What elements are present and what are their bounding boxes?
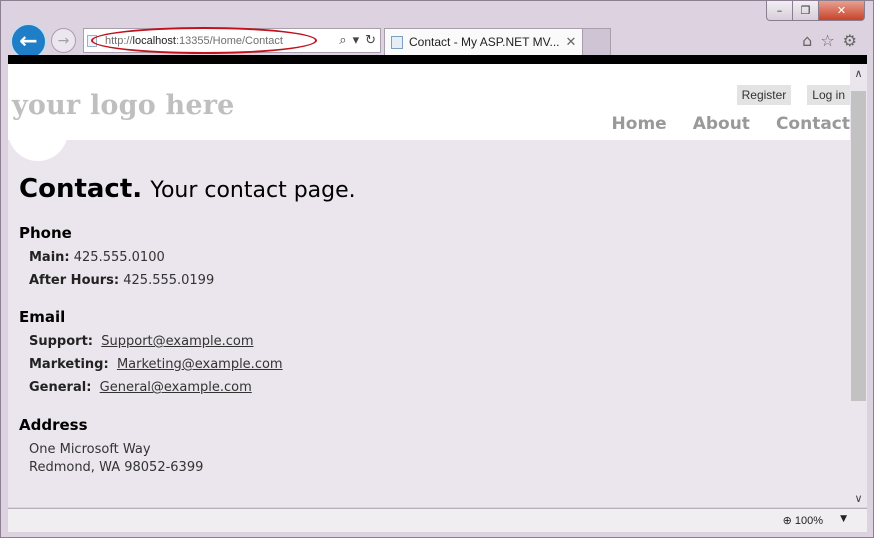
address-bar-icons: ⌕ ▾ ↻	[339, 33, 376, 48]
settings-gear-icon[interactable]: ⚙	[843, 31, 857, 50]
window-controls: – ❐ ✕	[766, 1, 865, 21]
phone-after-hours: After Hours: 425.555.0199	[29, 273, 214, 288]
zoom-icon: ⊕	[782, 515, 792, 527]
email-support: Support: Support@example.com	[29, 334, 254, 349]
site-logo[interactable]: your logo here	[12, 90, 235, 121]
phone-heading: Phone	[19, 224, 72, 242]
zoom-dropdown-icon[interactable]: ▼	[840, 514, 847, 524]
zoom-level[interactable]: ⊕ 100%	[783, 514, 823, 527]
new-tab-button[interactable]	[583, 28, 611, 55]
phone-main-value: 425.555.0100	[73, 250, 165, 265]
page-title: Contact. Your contact page.	[19, 174, 356, 204]
email-marketing-link[interactable]: Marketing@example.com	[117, 357, 283, 372]
email-heading: Email	[19, 308, 66, 326]
email-marketing: Marketing: Marketing@example.com	[29, 357, 283, 372]
browser-window: – ❐ ✕ ← → http://localhost:13355/Home/Co…	[0, 0, 874, 538]
phone-main: Main: 425.555.0100	[29, 250, 165, 265]
site-header: your logo here Register Log in Home Abou…	[8, 64, 850, 140]
address-line1: One Microsoft Way	[29, 442, 151, 457]
register-link[interactable]: Register	[736, 85, 792, 105]
home-icon[interactable]: ⌂	[802, 31, 812, 50]
status-bar: ⊕ 100% ▼	[8, 508, 867, 532]
nav-contact[interactable]: Contact	[776, 114, 850, 134]
page-title-bold: Contact.	[19, 174, 143, 204]
email-marketing-label: Marketing:	[29, 357, 109, 372]
vertical-scrollbar[interactable]: ∧ ∨	[850, 64, 867, 507]
phone-after-label: After Hours:	[29, 273, 120, 288]
close-tab-icon[interactable]: ✕	[566, 35, 577, 50]
tab-title: Contact - My ASP.NET MV...	[409, 35, 560, 49]
nav-about[interactable]: About	[693, 114, 750, 134]
tab-contact[interactable]: Contact - My ASP.NET MV... ✕	[384, 28, 583, 55]
forward-arrow-icon: →	[57, 32, 70, 49]
nav-home[interactable]: Home	[612, 114, 667, 134]
tab-page-icon	[391, 35, 403, 49]
minimize-button[interactable]: –	[766, 1, 793, 21]
scrollbar-thumb[interactable]	[851, 91, 866, 401]
email-general-link[interactable]: General@example.com	[100, 380, 252, 395]
main-content: Contact. Your contact page. Phone Main: …	[19, 174, 356, 475]
page-viewport: your logo here Register Log in Home Abou…	[8, 55, 867, 507]
favorites-star-icon[interactable]: ☆	[820, 31, 834, 50]
address-heading: Address	[19, 416, 88, 434]
scroll-up-icon[interactable]: ∧	[850, 65, 867, 82]
search-icon[interactable]: ⌕	[339, 33, 346, 48]
address-line2: Redmond, WA 98052-6399	[29, 460, 204, 475]
back-arrow-icon: ←	[19, 29, 38, 54]
page-title-sub: Your contact page.	[150, 178, 356, 203]
refresh-icon[interactable]: ↻	[365, 33, 376, 48]
email-support-link[interactable]: Support@example.com	[101, 334, 253, 349]
login-link[interactable]: Log in	[807, 85, 850, 105]
zoom-value: 100%	[794, 515, 823, 527]
browser-tools: ⌂ ☆ ⚙	[802, 31, 857, 50]
main-menu: Home About Contact	[612, 114, 850, 134]
maximize-button[interactable]: ❐	[793, 1, 819, 21]
email-support-label: Support:	[29, 334, 93, 349]
phone-after-value: 425.555.0199	[123, 273, 215, 288]
login-links: Register Log in	[736, 85, 850, 105]
url-highlight-ellipse	[91, 27, 317, 54]
logo-decoration	[8, 124, 68, 161]
scroll-down-icon[interactable]: ∨	[850, 490, 867, 507]
phone-main-label: Main:	[29, 250, 70, 265]
forward-button[interactable]: →	[51, 28, 76, 53]
close-window-button[interactable]: ✕	[819, 1, 865, 21]
email-general-label: General:	[29, 380, 92, 395]
dropdown-icon[interactable]: ▾	[353, 33, 360, 48]
email-general: General: General@example.com	[29, 380, 252, 395]
